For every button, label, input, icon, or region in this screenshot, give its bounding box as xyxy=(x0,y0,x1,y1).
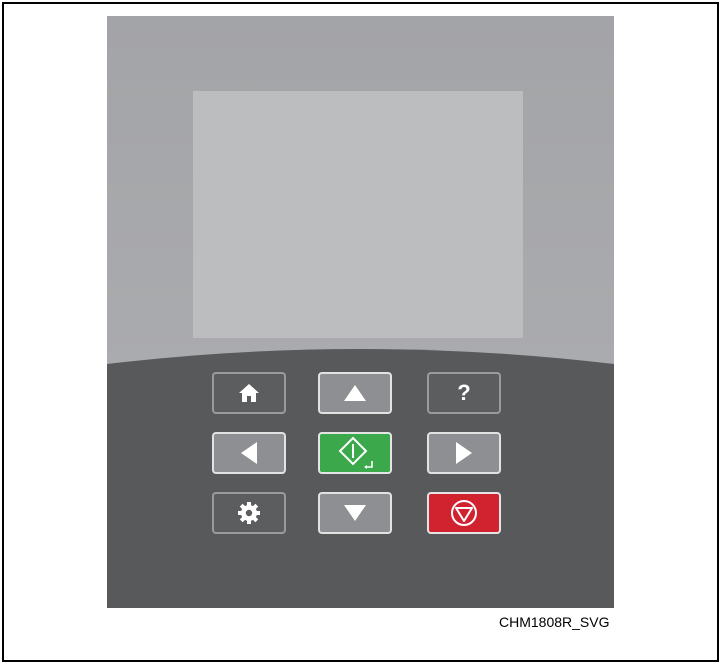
start-enter-button[interactable] xyxy=(318,432,392,474)
arrow-right-icon xyxy=(456,442,472,464)
gear-icon xyxy=(238,502,260,524)
figure-caption: CHM1808R_SVG xyxy=(499,614,610,630)
arrow-left-icon xyxy=(241,442,257,464)
home-icon xyxy=(239,384,259,402)
settings-button[interactable] xyxy=(212,492,286,534)
down-button[interactable] xyxy=(318,492,392,534)
up-button[interactable] xyxy=(318,372,392,414)
start-diamond-icon xyxy=(338,436,373,469)
control-panel: ? xyxy=(107,16,614,608)
stop-button[interactable] xyxy=(427,492,501,534)
arrow-up-icon xyxy=(344,385,366,401)
right-button[interactable] xyxy=(427,432,501,474)
home-button[interactable] xyxy=(212,372,286,414)
arrow-down-icon xyxy=(344,505,366,521)
left-button[interactable] xyxy=(212,432,286,474)
question-icon: ? xyxy=(457,380,471,405)
help-button[interactable]: ? xyxy=(427,372,501,414)
stop-icon xyxy=(451,500,477,526)
display-screen xyxy=(193,91,523,338)
